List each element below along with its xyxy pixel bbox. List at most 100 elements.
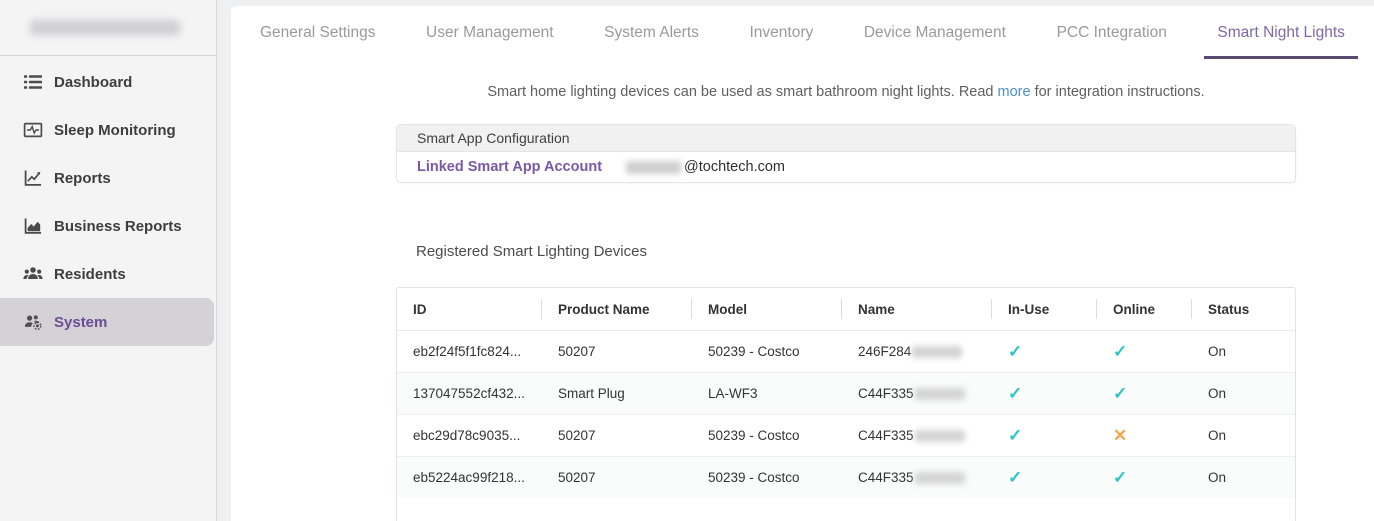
brand-area [0, 0, 216, 56]
brand-name-redacted [30, 20, 180, 35]
account-email-user-redacted [626, 160, 682, 174]
users-gear-icon [23, 312, 43, 332]
sidebar-item-label: Business Reports [54, 217, 182, 235]
in-use-status-icon: ✓ [1008, 384, 1023, 403]
tab-bar: General Settings User Management System … [231, 6, 1374, 60]
cell-status: On [1208, 386, 1227, 401]
sleep-chart-icon [23, 120, 43, 140]
cell-id: eb2f24f5f1fc824... [413, 344, 522, 359]
sidebar-item-reports[interactable]: Reports [0, 154, 216, 202]
cell-name: C44F335 [842, 415, 992, 457]
cell-in-use: ✓ [992, 373, 1097, 415]
cell-status: On [1208, 344, 1227, 359]
tab-inventory[interactable]: Inventory [747, 6, 815, 60]
app-window: Dashboard Sleep Monitoring Reports Busin… [0, 0, 1374, 521]
cell-model: LA-WF3 [708, 386, 758, 401]
cell-product-name: Smart Plug [558, 386, 625, 401]
cell-name: C44F335 [842, 373, 992, 415]
name-suffix-redacted [912, 346, 963, 359]
cell-in-use: ✓ [992, 415, 1097, 457]
column-header-product-name: Product Name [542, 288, 692, 331]
content-panel: General Settings User Management System … [231, 6, 1374, 521]
column-header-name: Name [842, 288, 992, 331]
list-icon [23, 72, 43, 92]
name-suffix-redacted [914, 388, 965, 401]
cell-in-use: ✓ [992, 331, 1097, 373]
cell-model: 50239 - Costco [708, 470, 800, 485]
config-box-header: Smart App Configuration [397, 125, 1295, 152]
tab-system-alerts[interactable]: System Alerts [602, 6, 701, 60]
cell-status: On [1208, 428, 1227, 443]
sidebar-item-label: System [54, 313, 108, 331]
cell-id: 137047552cf432... [413, 386, 525, 401]
sidebar-item-label: Reports [54, 169, 111, 187]
tab-device-management[interactable]: Device Management [862, 6, 1008, 60]
cell-in-use: ✓ [992, 457, 1097, 499]
smart-night-lights-pane: Smart home lighting devices can be used … [396, 84, 1296, 521]
tab-user-management[interactable]: User Management [424, 6, 556, 60]
column-header-status: Status [1208, 302, 1250, 317]
area-chart-icon [23, 216, 43, 236]
cell-product-name: 50207 [558, 344, 596, 359]
online-status-icon: ✕ [1113, 426, 1128, 445]
cell-online: ✕ [1097, 415, 1192, 457]
online-status-icon: ✓ [1113, 342, 1128, 361]
sidebar-item-label: Residents [54, 265, 126, 283]
online-status-icon: ✓ [1113, 384, 1128, 403]
description-after: for integration instructions. [1030, 84, 1205, 100]
table-row: ebc29d78c9035... 50207 50239 - Costco C4… [397, 414, 1295, 457]
table-header-row: ID Product Name Model Name In-Use Online… [397, 288, 1295, 331]
name-prefix: C44F335 [858, 470, 914, 485]
cell-status: On [1208, 470, 1227, 485]
name-prefix: C44F335 [858, 428, 914, 443]
sidebar-item-residents[interactable]: Residents [0, 250, 216, 298]
sidebar: Dashboard Sleep Monitoring Reports Busin… [0, 0, 217, 521]
devices-table: ID Product Name Model Name In-Use Online… [396, 287, 1296, 521]
cell-online: ✓ [1097, 457, 1192, 499]
read-more-link[interactable]: more [998, 84, 1031, 100]
linked-smart-app-account-link[interactable]: Linked Smart App Account [417, 159, 602, 175]
cell-product-name: 50207 [558, 428, 596, 443]
cell-model: 50239 - Costco [708, 344, 800, 359]
account-email-domain: @tochtech.com [684, 159, 785, 175]
smart-app-configuration-box: Smart App Configuration Linked Smart App… [396, 124, 1296, 183]
cell-online: ✓ [1097, 373, 1192, 415]
name-prefix: 246F284 [858, 344, 912, 359]
cell-id: eb5224ac99f218... [413, 470, 525, 485]
cell-online: ✓ [1097, 331, 1192, 373]
description-before: Smart home lighting devices can be used … [487, 84, 998, 100]
name-suffix-redacted [914, 430, 965, 443]
column-header-model: Model [692, 288, 842, 331]
tab-general-settings[interactable]: General Settings [258, 6, 377, 60]
online-status-icon: ✓ [1113, 468, 1128, 487]
devices-table-heading: Registered Smart Lighting Devices [416, 243, 647, 260]
in-use-status-icon: ✓ [1008, 342, 1023, 361]
sidebar-item-sleep-monitoring[interactable]: Sleep Monitoring [0, 106, 216, 154]
sidebar-item-system[interactable]: System [0, 298, 214, 346]
in-use-status-icon: ✓ [1008, 468, 1023, 487]
main-content: General Settings User Management System … [217, 0, 1374, 521]
column-header-online: Online [1097, 288, 1192, 331]
sidebar-item-dashboard[interactable]: Dashboard [0, 58, 216, 106]
tab-pcc-integration[interactable]: PCC Integration [1055, 6, 1169, 60]
cell-name: C44F335 [842, 457, 992, 499]
table-row: 137047552cf432... Smart Plug LA-WF3 C44F… [397, 372, 1295, 415]
sidebar-item-business-reports[interactable]: Business Reports [0, 202, 216, 250]
table-row: eb5224ac99f218... 50207 50239 - Costco C… [397, 456, 1295, 499]
cell-name: 246F284 [842, 331, 992, 373]
sidebar-item-label: Dashboard [54, 73, 133, 91]
sidebar-nav: Dashboard Sleep Monitoring Reports Busin… [0, 56, 216, 346]
column-header-id: ID [397, 288, 542, 331]
line-chart-icon [23, 168, 43, 188]
users-icon [23, 264, 43, 284]
name-prefix: C44F335 [858, 386, 914, 401]
in-use-status-icon: ✓ [1008, 426, 1023, 445]
table-empty-space [397, 498, 1295, 521]
column-header-in-use: In-Use [992, 288, 1097, 331]
table-row: eb2f24f5f1fc824... 50207 50239 - Costco … [397, 330, 1295, 373]
cell-product-name: 50207 [558, 470, 596, 485]
linked-account-row: Linked Smart App Account @tochtech.com [397, 152, 1295, 182]
tab-smart-night-lights[interactable]: Smart Night Lights [1204, 6, 1358, 60]
name-suffix-redacted [914, 472, 965, 485]
cell-id: ebc29d78c9035... [413, 428, 521, 443]
